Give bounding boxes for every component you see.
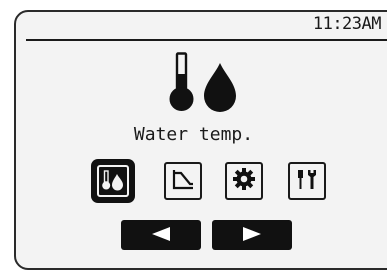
- nav-left-button[interactable]: [121, 220, 201, 250]
- menu-heating-curve-button[interactable]: [164, 162, 202, 200]
- water-temperature-icon: [168, 52, 240, 118]
- nav-right-button[interactable]: [212, 220, 292, 250]
- arrow-right-icon: [241, 226, 263, 246]
- menu-settings-button[interactable]: [225, 162, 263, 200]
- settings-gear-icon: [232, 167, 256, 195]
- mode-title: Water temp.: [133, 124, 254, 145]
- menu-service-button[interactable]: [288, 162, 326, 200]
- water-temperature-icon: [97, 165, 129, 197]
- clock: 11:23AM: [312, 14, 382, 34]
- arrow-left-icon: [150, 226, 172, 246]
- header-divider: [26, 39, 387, 41]
- menu-water-temp-button[interactable]: [91, 159, 135, 203]
- service-tools-icon: [294, 166, 320, 196]
- heating-curve-icon: [170, 166, 196, 196]
